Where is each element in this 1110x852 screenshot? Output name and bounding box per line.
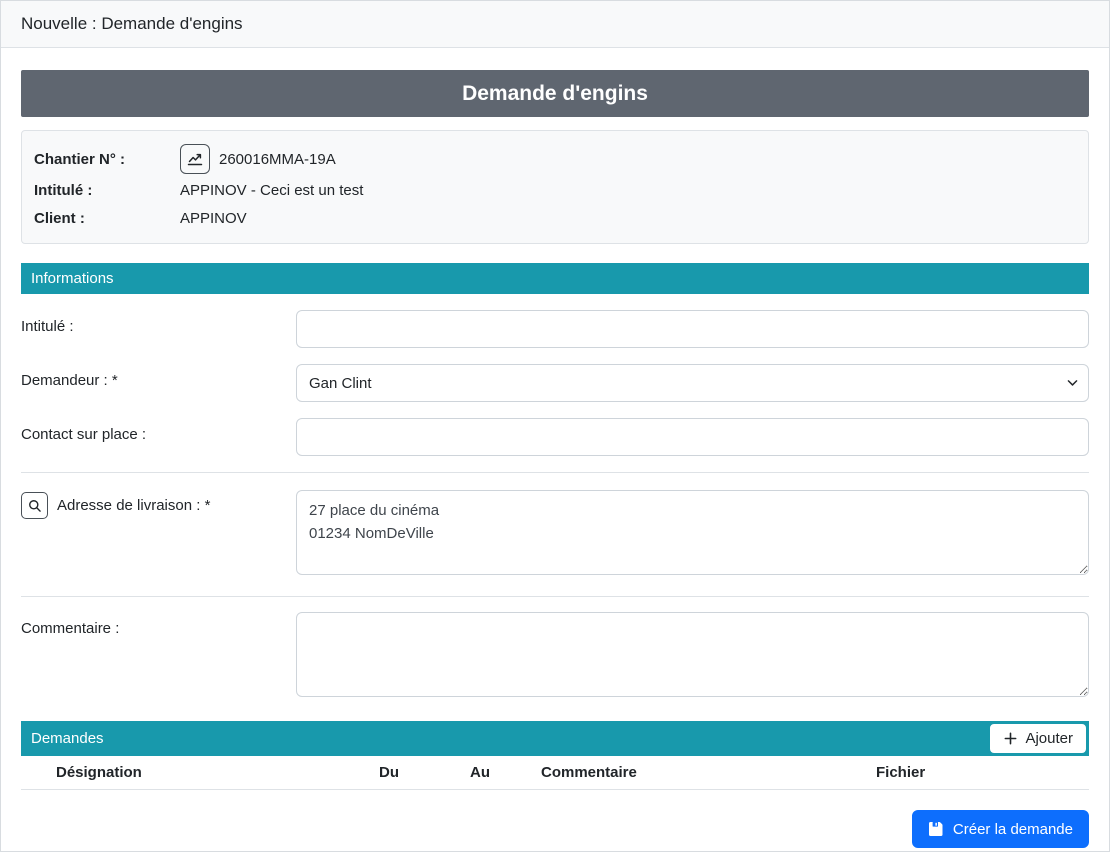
form-banner-title: Demande d'engins [462,82,648,106]
demandes-section-title: Demandes [31,730,990,747]
commentaire-textarea[interactable] [296,612,1089,697]
chantier-client-value: APPINOV [180,210,247,227]
creer-demande-label: Créer la demande [953,821,1073,838]
column-header-fichier: Fichier [876,764,1089,781]
window-title-bar: Nouvelle : Demande d'engins [1,1,1109,48]
chantier-intitule-label: Intitulé : [34,182,180,199]
informations-section-title: Informations [31,270,114,287]
save-icon [928,821,944,837]
contact-label: Contact sur place : [21,418,296,443]
form-banner: Demande d'engins [21,70,1089,117]
intitule-label: Intitulé : [21,310,296,335]
demandeur-select[interactable]: Gan Clint [296,364,1089,402]
chantier-graph-button[interactable] [180,144,210,174]
contact-input[interactable] [296,418,1089,456]
search-icon [28,499,42,513]
chantier-number-value: 260016MMA-19A [219,151,336,168]
chantier-info-box: Chantier N° : 260016MMA-19A Intitulé : A… [21,130,1089,244]
plus-icon [1003,731,1018,746]
ajouter-button-label: Ajouter [1025,730,1073,747]
demandeur-row: Demandeur : * Gan Clint [21,364,1089,402]
chantier-client-label: Client : [34,210,180,227]
main-content: Demande d'engins Chantier N° : 260016MMA… [1,70,1109,848]
column-header-du: Du [359,764,450,781]
page-title: Nouvelle : Demande d'engins [21,14,243,34]
informations-section-header: Informations [21,263,1089,294]
divider [21,472,1089,473]
divider [21,596,1089,597]
adresse-search-button[interactable] [21,492,48,519]
chantier-client-row: Client : APPINOV [34,205,1076,231]
commentaire-label: Commentaire : [21,612,296,637]
demandes-section-header: Demandes Ajouter [21,721,1089,756]
intitule-row: Intitulé : [21,310,1089,348]
creer-demande-button[interactable]: Créer la demande [912,810,1089,848]
commentaire-row: Commentaire : [21,612,1089,702]
column-header-au: Au [450,764,541,781]
graph-up-icon [187,151,203,167]
chantier-number-row: Chantier N° : 260016MMA-19A [34,143,1076,175]
column-header-commentaire: Commentaire [541,764,876,781]
footer-actions: Créer la demande [21,810,1089,848]
intitule-input[interactable] [296,310,1089,348]
adresse-row: Adresse de livraison : * 27 place du cin… [21,490,1089,580]
chantier-intitule-row: Intitulé : APPINOV - Ceci est un test [34,177,1076,203]
contact-row: Contact sur place : [21,418,1089,456]
ajouter-button[interactable]: Ajouter [990,724,1086,753]
adresse-label: Adresse de livraison : * [57,497,210,514]
demandes-table-header: Désignation Du Au Commentaire Fichier [21,756,1089,790]
chantier-number-label: Chantier N° : [34,151,180,168]
demandeur-label: Demandeur : * [21,364,296,389]
adresse-textarea[interactable]: 27 place du cinéma 01234 NomDeVille [296,490,1089,575]
column-header-designation: Désignation [21,764,359,781]
chantier-intitule-value: APPINOV - Ceci est un test [180,182,363,199]
